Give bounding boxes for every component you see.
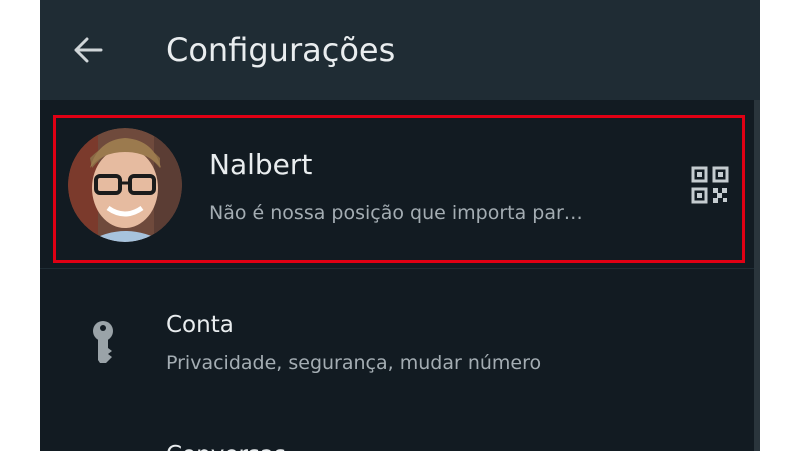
section-divider xyxy=(40,268,754,269)
page-title: Configurações xyxy=(166,31,396,69)
profile-status: Não é nossa posição que importa par… xyxy=(209,202,583,224)
profile-card[interactable]: Nalbert Não é nossa posição que importa … xyxy=(53,115,745,263)
settings-item-chats[interactable]: Conversas xyxy=(166,440,286,451)
settings-item-title: Conta xyxy=(166,312,234,338)
settings-item-account[interactable]: Conta Privacidade, segurança, mudar núme… xyxy=(40,290,754,400)
scrollbar[interactable] xyxy=(754,100,760,451)
profile-name: Nalbert xyxy=(209,148,313,181)
settings-screen: Configurações Nalbert Não é nossa posiçã… xyxy=(40,0,760,451)
back-button[interactable] xyxy=(68,30,108,70)
qr-code-icon xyxy=(691,166,729,204)
key-icon xyxy=(93,321,113,363)
avatar[interactable] xyxy=(68,128,182,242)
settings-item-subtitle: Privacidade, segurança, mudar número xyxy=(166,352,542,374)
qr-code-button[interactable] xyxy=(691,166,729,204)
arrow-left-icon xyxy=(74,37,103,63)
app-bar: Configurações xyxy=(40,0,760,100)
